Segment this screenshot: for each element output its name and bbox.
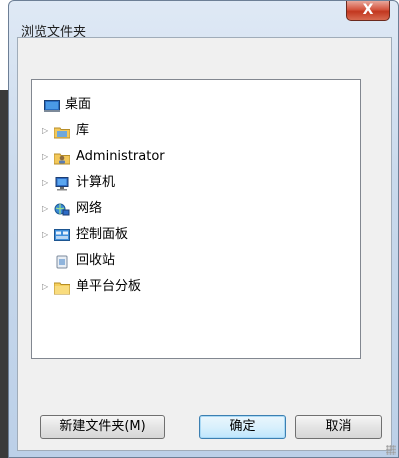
- expand-arrow-icon[interactable]: ▷: [42, 146, 50, 168]
- tree-item-folder[interactable]: ▷ 单平台分板: [32, 276, 360, 298]
- tree-item-administrator[interactable]: ▷ Administrator: [32, 146, 360, 168]
- folder-tree[interactable]: 桌面 ▷ 库 ▷ Administrator ▷ 计算机 ▷ 网络 ▷ 控制面板…: [31, 79, 361, 359]
- background-strip-bottom: [0, 90, 8, 458]
- tree-item-label: 库: [76, 123, 90, 138]
- background-strip-top: [0, 0, 8, 90]
- resize-grip-icon[interactable]: [386, 445, 396, 455]
- control-panel-icon: [54, 228, 70, 242]
- tree-item-library[interactable]: ▷ 库: [32, 120, 360, 142]
- expand-arrow-icon[interactable]: ▷: [42, 276, 50, 298]
- expand-arrow-icon[interactable]: ▷: [42, 172, 50, 194]
- close-button[interactable]: X: [346, 1, 390, 21]
- computer-icon: [54, 176, 70, 191]
- tree-item-recycle-bin[interactable]: 回收站: [32, 250, 360, 272]
- tree-item-label: 计算机: [76, 175, 116, 190]
- tree-item-desktop[interactable]: 桌面: [32, 94, 360, 116]
- recycle-bin-icon: [54, 254, 70, 269]
- tree-item-label: 网络: [76, 201, 103, 216]
- browse-folder-dialog: 浏览文件夹 X 桌面 ▷ 库 ▷ Administrator ▷ 计算机 ▷ 网…: [8, 0, 399, 458]
- title-bar[interactable]: 浏览文件夹 X: [9, 1, 398, 40]
- new-folder-button[interactable]: 新建文件夹(M): [40, 415, 165, 439]
- folder-icon: [53, 280, 71, 295]
- tree-item-label: 单平台分板: [76, 279, 142, 294]
- expand-arrow-icon[interactable]: ▷: [42, 120, 50, 142]
- tree-item-label: Administrator: [76, 149, 165, 164]
- ok-button[interactable]: 确定: [199, 415, 286, 439]
- user-folder-icon: [53, 150, 71, 165]
- tree-item-label: 控制面板: [76, 227, 129, 242]
- tree-item-network[interactable]: ▷ 网络: [32, 198, 360, 220]
- network-icon: [54, 202, 70, 216]
- tree-item-control-panel[interactable]: ▷ 控制面板: [32, 224, 360, 246]
- tree-item-label: 回收站: [76, 253, 116, 268]
- tree-item-computer[interactable]: ▷ 计算机: [32, 172, 360, 194]
- cancel-button[interactable]: 取消: [295, 415, 382, 439]
- library-icon: [53, 124, 71, 139]
- expand-arrow-icon[interactable]: ▷: [42, 198, 50, 220]
- tree-item-label: 桌面: [65, 97, 92, 112]
- expand-arrow-icon[interactable]: ▷: [42, 224, 50, 246]
- desktop-icon: [44, 98, 60, 112]
